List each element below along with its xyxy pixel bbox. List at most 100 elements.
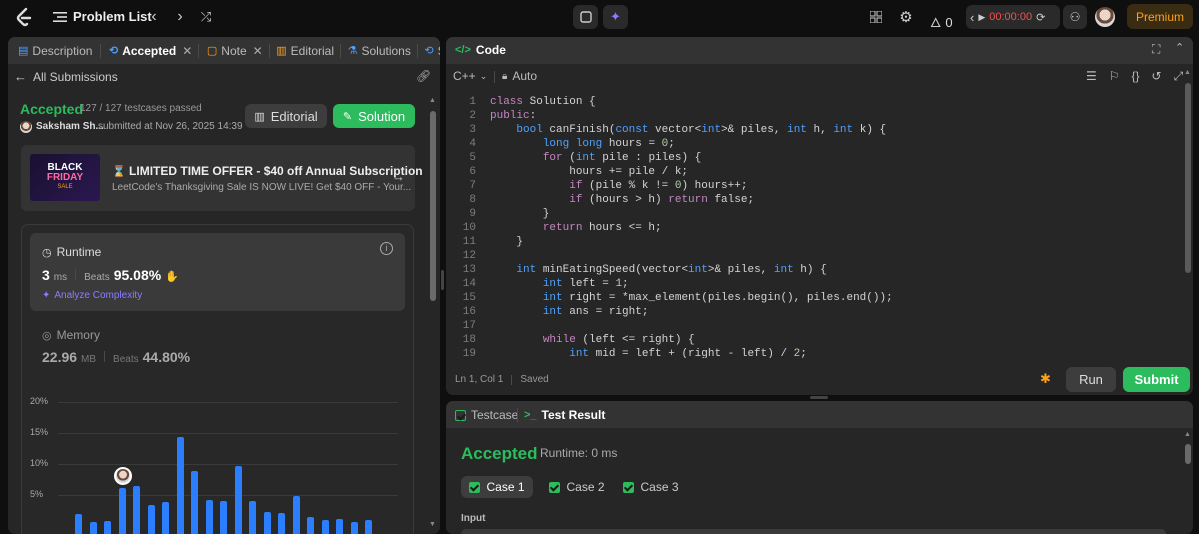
scrollbar-thumb[interactable] bbox=[1185, 83, 1191, 273]
leetcode-logo-icon[interactable] bbox=[14, 7, 34, 27]
language-select[interactable]: C++ ⌄ bbox=[453, 69, 487, 83]
code-panel: </> Code ⛶ ⌃ C++ ⌄ 🔒︎ Auto ☰ ⚐ {} ↺ ⤢ 1 c… bbox=[446, 37, 1193, 395]
tab-submissions[interactable]: ⟲ Su bbox=[417, 44, 440, 58]
result-scrollbar[interactable]: ▲ bbox=[1184, 431, 1192, 534]
tab-note[interactable]: ▢ Note ✕ bbox=[199, 44, 269, 58]
code-line: 13 int minEatingSpeed(vector<int>& piles… bbox=[450, 263, 893, 277]
panel-resize-handle[interactable] bbox=[441, 270, 444, 290]
note-icon: ▢ bbox=[206, 45, 218, 57]
chart-bar[interactable] bbox=[176, 437, 184, 534]
streak-counter[interactable]: 🜂 0 bbox=[930, 9, 953, 35]
case-3-tab[interactable]: Case 3 bbox=[618, 476, 684, 498]
chart-bar[interactable] bbox=[104, 521, 111, 534]
play-icon[interactable]: ▶ bbox=[978, 12, 985, 23]
chart-bar[interactable] bbox=[321, 520, 329, 534]
collapse-icon[interactable]: ⌃ bbox=[1175, 41, 1184, 54]
scroll-up-icon[interactable]: ▲ bbox=[1184, 69, 1191, 76]
chart-bar[interactable] bbox=[191, 471, 198, 534]
braces-icon[interactable]: {} bbox=[1132, 69, 1140, 84]
code-text: if (pile % k != 0) hours++; bbox=[569, 180, 748, 192]
tab-editorial[interactable]: ▥ Editorial bbox=[269, 44, 340, 58]
chevron-right-icon[interactable]: › bbox=[172, 8, 188, 25]
submitter-name[interactable]: Saksham Sh... bbox=[36, 121, 104, 132]
divider bbox=[511, 374, 513, 385]
all-submissions-link[interactable]: ← All Submissions bbox=[14, 69, 118, 84]
case-2-tab[interactable]: Case 2 bbox=[544, 476, 610, 498]
tab-submissions-label: Su bbox=[438, 44, 440, 58]
tab-description[interactable]: ▤ Description bbox=[8, 44, 100, 58]
chart-bar[interactable] bbox=[234, 466, 242, 534]
chart-bar[interactable] bbox=[263, 512, 271, 534]
code-line: 14 int left = 1; bbox=[450, 277, 893, 291]
chevron-left-icon[interactable]: ‹ bbox=[146, 8, 162, 25]
tab-solutions[interactable]: ⚗ Solutions bbox=[341, 44, 417, 58]
tab-accepted[interactable]: ⟲ Accepted ✕ bbox=[101, 44, 198, 58]
tab-solutions-label: Solutions bbox=[361, 43, 411, 58]
code-tab[interactable]: </> Code bbox=[455, 43, 506, 57]
vertical-resize-handle[interactable] bbox=[810, 396, 828, 399]
code-line: 12 bbox=[450, 249, 893, 263]
left-scrollbar[interactable]: ▲ ▼ bbox=[429, 97, 437, 534]
avatar[interactable] bbox=[1095, 7, 1115, 27]
problem-list-link[interactable]: Problem List bbox=[73, 9, 152, 24]
scroll-up-icon[interactable]: ▲ bbox=[429, 97, 436, 104]
solution-button[interactable]: ✎ Solution bbox=[333, 104, 415, 128]
auto-mode[interactable]: 🔒︎ Auto bbox=[502, 69, 537, 83]
timer-collapse-icon[interactable]: ‹ bbox=[970, 10, 974, 25]
chart-bar[interactable] bbox=[75, 513, 82, 534]
chart-bar[interactable] bbox=[278, 512, 285, 534]
scrollbar-thumb[interactable] bbox=[1185, 444, 1191, 464]
info-icon[interactable]: i bbox=[380, 242, 393, 255]
debug-icon[interactable]: ✱ bbox=[1040, 371, 1051, 387]
runtime-box[interactable]: ◷ Runtime i 3 ms Beats 95.08% ✋ ✦ Analyz… bbox=[30, 233, 405, 311]
close-tab-icon[interactable]: ✕ bbox=[182, 44, 192, 58]
chart-bar[interactable] bbox=[307, 517, 314, 534]
promo-card[interactable]: BLACK FRIDAY SALE ⌛ LIMITED TIME OFFER -… bbox=[21, 145, 423, 211]
premium-button[interactable]: Premium bbox=[1127, 4, 1193, 29]
chart-bar[interactable] bbox=[205, 499, 213, 534]
chart-bar[interactable] bbox=[118, 487, 126, 534]
chart-bar[interactable] bbox=[336, 518, 343, 534]
close-tab-icon[interactable]: ✕ bbox=[253, 44, 263, 58]
chart-bar[interactable] bbox=[147, 504, 155, 534]
tab-testcase[interactable]: Testcase bbox=[455, 408, 518, 422]
bookmark-icon[interactable]: ⚐ bbox=[1109, 69, 1120, 84]
expand-icon[interactable]: ⤢ bbox=[1174, 69, 1184, 84]
chart-bar[interactable] bbox=[365, 519, 372, 534]
reset-icon[interactable]: ⟳ bbox=[1036, 11, 1045, 24]
promo-title-text: LIMITED TIME OFFER - $40 off Annual Subs… bbox=[129, 164, 423, 178]
editorial-button[interactable]: ▥ Editorial bbox=[245, 104, 327, 128]
add-user-icon[interactable]: ⚇ bbox=[1063, 5, 1087, 29]
submit-button[interactable]: Submit bbox=[1123, 367, 1190, 392]
chart-bar[interactable] bbox=[162, 501, 169, 534]
editor-scrollbar[interactable]: ▲ bbox=[1184, 69, 1192, 354]
shuffle-icon[interactable]: ⤮ bbox=[198, 9, 214, 25]
editorial-button-label: Editorial bbox=[270, 108, 318, 124]
chart-bar[interactable] bbox=[350, 521, 358, 534]
note-toggle-button[interactable] bbox=[573, 5, 598, 29]
tab-test-result[interactable]: >_ Test Result bbox=[524, 408, 605, 422]
chart-bar[interactable] bbox=[220, 501, 227, 534]
analyze-complexity-link[interactable]: ✦ Analyze Complexity bbox=[42, 290, 142, 301]
ai-assist-button[interactable]: ✦ bbox=[603, 5, 628, 29]
scrollbar-thumb[interactable] bbox=[430, 111, 436, 301]
my-submission-avatar[interactable] bbox=[113, 466, 132, 485]
undo-icon[interactable]: ↺ bbox=[1152, 69, 1162, 84]
case-1-tab[interactable]: Case 1 bbox=[461, 476, 533, 498]
run-button[interactable]: Run bbox=[1066, 367, 1116, 392]
memory-box[interactable]: ◎ Memory 22.96 MB Beats 44.80% bbox=[30, 320, 405, 368]
link-icon[interactable]: 🔗︎ bbox=[416, 69, 431, 83]
code-editor[interactable]: 1 class Solution {2 public: 3 bool canFinis… bbox=[446, 95, 1182, 358]
scroll-up-icon[interactable]: ▲ bbox=[1184, 431, 1191, 438]
chart-bar[interactable] bbox=[133, 485, 140, 534]
settings-gear-icon[interactable]: ⚙ bbox=[898, 9, 914, 26]
scroll-down-icon[interactable]: ▼ bbox=[429, 521, 436, 528]
arrow-right-icon[interactable]: → bbox=[392, 169, 405, 184]
format-icon[interactable]: ☰ bbox=[1086, 69, 1097, 84]
maximize-icon[interactable]: ⛶ bbox=[1152, 42, 1160, 57]
clap-icon: ✋ bbox=[165, 271, 179, 283]
chart-bar[interactable] bbox=[292, 495, 300, 534]
chart-bar[interactable] bbox=[249, 500, 256, 534]
layout-grid-icon[interactable] bbox=[868, 9, 884, 25]
chart-bar[interactable] bbox=[89, 522, 97, 534]
